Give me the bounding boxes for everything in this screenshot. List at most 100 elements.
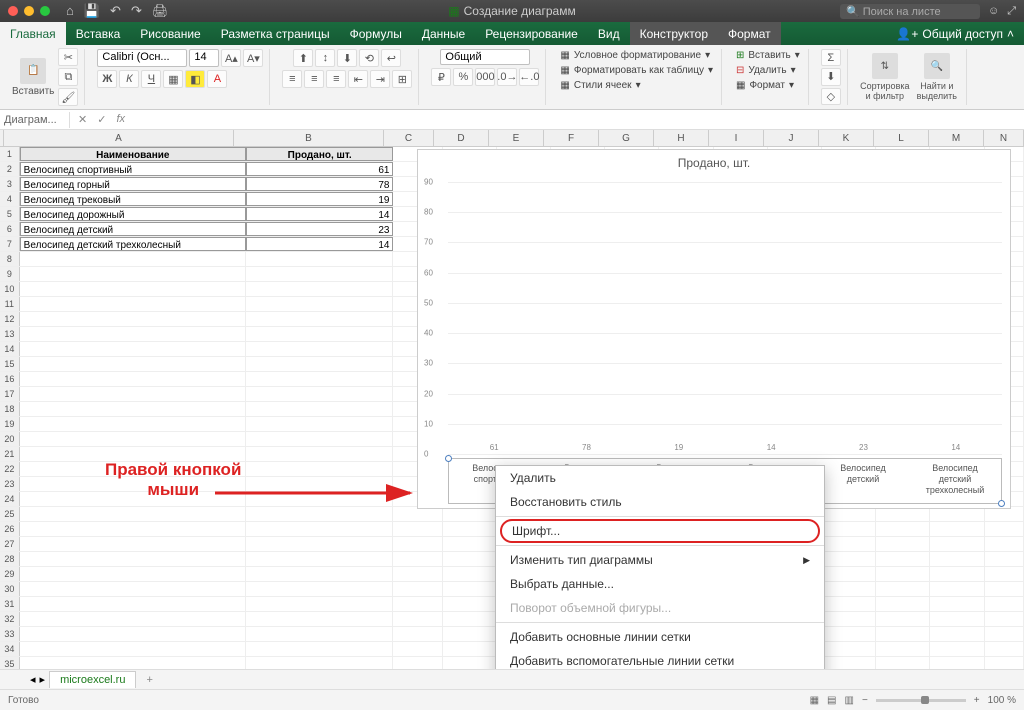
cell[interactable] (822, 552, 876, 566)
currency-icon[interactable]: ₽ (431, 68, 451, 86)
row-header[interactable]: 20 (0, 432, 20, 446)
row-header[interactable]: 7 (0, 237, 20, 251)
chart-title[interactable]: Продано, шт. (418, 150, 1010, 176)
confirm-formula-icon[interactable]: ✓ (97, 113, 106, 126)
chart-object[interactable]: Продано, шт. 010203040506070809061781914… (417, 149, 1011, 509)
cell[interactable] (393, 642, 442, 656)
cell[interactable] (246, 432, 394, 446)
cell-styles-button[interactable]: ▦Стили ячеек ▾ (558, 79, 642, 92)
cell[interactable] (246, 552, 394, 566)
search-input[interactable]: 🔍 Поиск на листе (840, 4, 980, 19)
cell[interactable] (985, 507, 1024, 521)
cell[interactable] (20, 297, 246, 311)
cell[interactable] (20, 327, 246, 341)
column-header[interactable]: H (654, 130, 709, 146)
cell[interactable] (246, 447, 394, 461)
increase-font-icon[interactable]: A▴ (221, 49, 241, 67)
cell[interactable] (930, 582, 984, 596)
formula-input[interactable] (133, 118, 1024, 122)
row-header[interactable]: 2 (0, 162, 20, 176)
align-right-icon[interactable]: ≡ (326, 70, 346, 88)
cell[interactable] (876, 507, 930, 521)
sheet-nav-prev-icon[interactable]: ▸ (40, 673, 46, 686)
save-icon[interactable]: 💾 (84, 3, 100, 19)
row-header[interactable]: 4 (0, 192, 20, 206)
normal-view-icon[interactable]: ▦ (810, 695, 819, 706)
tab-insert[interactable]: Вставка (66, 22, 131, 45)
font-name-select[interactable]: Calibri (Осн... (97, 49, 187, 67)
cell[interactable] (393, 627, 442, 641)
zoom-level[interactable]: 100 % (988, 695, 1016, 706)
fullscreen-icon[interactable]: ⤢ (1007, 5, 1016, 18)
cell[interactable] (930, 612, 984, 626)
format-painter-icon[interactable]: 🖌 (58, 88, 78, 106)
context-menu-item[interactable]: Шрифт... (500, 519, 820, 543)
row-header[interactable]: 33 (0, 627, 20, 641)
tab-view[interactable]: Вид (588, 22, 630, 45)
cell[interactable] (393, 657, 442, 669)
align-middle-icon[interactable]: ↕ (315, 49, 335, 67)
merge-icon[interactable]: ⊞ (392, 70, 412, 88)
row-header[interactable]: 34 (0, 642, 20, 656)
cell[interactable] (20, 357, 246, 371)
cell[interactable] (822, 657, 876, 669)
context-menu-item[interactable]: Добавить вспомогательные линии сетки (496, 649, 824, 669)
dec-decimal-icon[interactable]: ←.0 (519, 68, 539, 86)
row-header[interactable]: 12 (0, 312, 20, 326)
x-axis-label[interactable]: Велосипед детский (824, 463, 901, 503)
cell[interactable] (246, 582, 394, 596)
cell[interactable]: Продано, шт. (246, 147, 394, 161)
row-header[interactable]: 3 (0, 177, 20, 191)
tab-draw[interactable]: Рисование (130, 22, 210, 45)
row-header[interactable]: 14 (0, 342, 20, 356)
cell[interactable] (985, 642, 1024, 656)
tab-layout[interactable]: Разметка страницы (211, 22, 340, 45)
row-header[interactable]: 23 (0, 477, 20, 491)
tab-home[interactable]: Главная (0, 22, 66, 45)
cell[interactable] (20, 282, 246, 296)
cell[interactable] (930, 522, 984, 536)
column-header[interactable]: M (929, 130, 984, 146)
cell[interactable] (246, 597, 394, 611)
row-header[interactable]: 29 (0, 567, 20, 581)
cell[interactable] (930, 642, 984, 656)
cell[interactable] (443, 582, 497, 596)
cell[interactable] (246, 282, 394, 296)
cell[interactable]: 19 (246, 192, 394, 206)
inc-decimal-icon[interactable]: .0→ (497, 68, 517, 86)
cell[interactable]: 61 (246, 162, 394, 176)
insert-cells-button[interactable]: ⊞Вставить ▾ (734, 49, 802, 62)
tab-format[interactable]: Формат (718, 22, 781, 45)
cell[interactable] (876, 642, 930, 656)
fx-icon[interactable]: fx (116, 113, 125, 126)
wrap-text-icon[interactable]: ↩ (381, 49, 401, 67)
cell[interactable] (246, 627, 394, 641)
context-menu-item[interactable]: Добавить основные линии сетки (496, 625, 824, 649)
cell[interactable] (930, 552, 984, 566)
cell[interactable] (393, 612, 442, 626)
cell[interactable] (822, 582, 876, 596)
conditional-format-button[interactable]: ▦Условное форматирование ▾ (558, 49, 712, 62)
bold-button[interactable]: Ж (97, 70, 117, 88)
row-header[interactable]: 17 (0, 387, 20, 401)
align-bottom-icon[interactable]: ⬇ (337, 49, 357, 67)
cell[interactable] (930, 657, 984, 669)
cell[interactable]: Велосипед детский (20, 222, 246, 236)
cell[interactable] (985, 582, 1024, 596)
tab-formulas[interactable]: Формулы (340, 22, 412, 45)
cell[interactable] (985, 552, 1024, 566)
row-header[interactable]: 32 (0, 612, 20, 626)
cell[interactable] (393, 522, 442, 536)
row-header[interactable]: 35 (0, 657, 20, 669)
cell[interactable] (393, 582, 442, 596)
cell[interactable] (246, 327, 394, 341)
cell[interactable] (20, 552, 246, 566)
column-header[interactable]: J (764, 130, 819, 146)
cell[interactable] (20, 537, 246, 551)
font-size-select[interactable]: 14 (189, 49, 219, 67)
cell[interactable] (876, 597, 930, 611)
row-header[interactable]: 21 (0, 447, 20, 461)
fill-icon[interactable]: ⬇ (821, 68, 841, 85)
align-left-icon[interactable]: ≡ (282, 70, 302, 88)
row-header[interactable]: 16 (0, 372, 20, 386)
